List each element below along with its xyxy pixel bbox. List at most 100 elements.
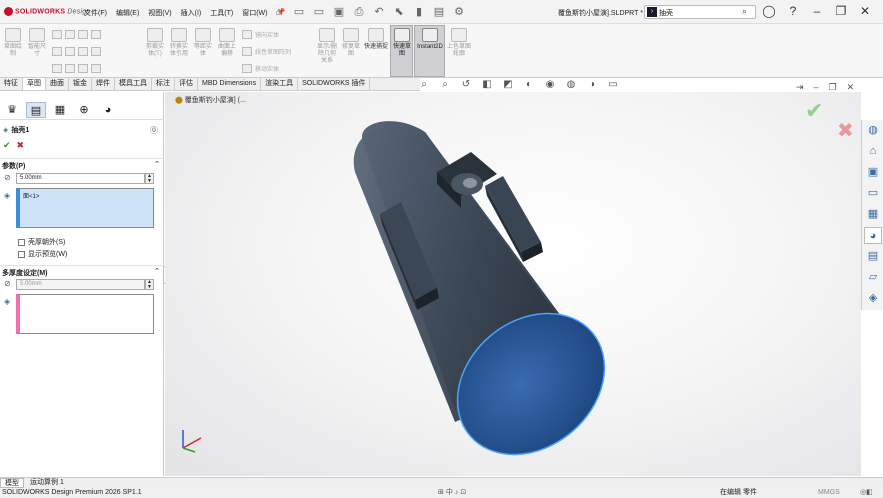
confirmation-corner-cancel-icon[interactable]: ✖ xyxy=(837,118,854,143)
menu-tools[interactable]: 工具(T) xyxy=(210,8,233,18)
solidworks-resources-icon[interactable]: ◍ xyxy=(864,122,882,139)
multi-thickness-group-header[interactable]: 多厚度设定(M) ⌃ xyxy=(0,265,164,277)
scene-icon[interactable]: ◑ xyxy=(584,79,600,90)
appearances-icon[interactable]: ◕ xyxy=(864,227,882,244)
user-icon[interactable]: ◯ xyxy=(762,4,776,18)
mirror-entities-button[interactable]: 镜向实体 xyxy=(242,30,279,39)
save-icon[interactable]: ▣ xyxy=(332,5,346,19)
feature-tree-breadcrumb[interactable]: ⬤ 覆鱼斯钓小屋演] (... xyxy=(175,95,246,105)
tab-render-tools[interactable]: 渲染工具 xyxy=(261,78,299,90)
view-orientation-icon[interactable]: ◩ xyxy=(500,79,516,90)
offset-on-surface-button[interactable]: 曲面上偏移 xyxy=(216,28,238,58)
shaded-sketch-contours-button[interactable]: 上色草图轮廓 xyxy=(447,28,471,58)
viewport-minimize-icon[interactable]: – xyxy=(814,82,819,93)
multi-thickness-spinner[interactable]: ▲ ▼ xyxy=(145,279,154,290)
appearance-icon[interactable]: ◍ xyxy=(563,79,579,90)
tab-sheet-metal[interactable]: 钣金 xyxy=(69,78,92,90)
face-item[interactable]: 面<1> xyxy=(20,189,153,202)
cancel-button[interactable]: ✖ xyxy=(17,140,25,151)
menu-file[interactable]: 文件(F) xyxy=(84,8,107,18)
menu-window[interactable]: 窗口(W) xyxy=(242,8,267,18)
menu-view[interactable]: 视图(V) xyxy=(148,8,171,18)
tab-mold-tools[interactable]: 模具工具 xyxy=(115,78,152,90)
shell-part-model[interactable] xyxy=(335,112,635,462)
display-style-icon[interactable]: ◐ xyxy=(521,79,537,90)
print-icon[interactable]: ⎙ xyxy=(352,5,366,19)
menu-edit[interactable]: 编辑(E) xyxy=(116,8,139,18)
tab-features[interactable]: 特征 xyxy=(0,78,23,90)
tab-markup[interactable]: 标注 xyxy=(152,78,175,90)
thickness-spinner[interactable]: ▲ ▼ xyxy=(145,173,154,184)
linear-pattern-button[interactable]: 线性草图阵列 xyxy=(242,47,291,56)
dimxpert-tab-icon[interactable]: ⊕ xyxy=(74,102,94,118)
file-explorer-icon[interactable]: ▭ xyxy=(864,185,882,202)
view-settings-icon[interactable]: ▭ xyxy=(605,79,621,90)
status-units[interactable]: MMGS xyxy=(818,488,840,498)
show-preview-checkbox[interactable]: 显示预览(W) xyxy=(18,249,67,259)
relations-button[interactable]: 显示/删除几何关系 xyxy=(316,28,338,65)
solidworks-forum-icon[interactable]: ◈ xyxy=(864,290,882,307)
rectangle-tool[interactable] xyxy=(52,47,101,56)
trim-entities-button[interactable]: 剪裁实体(T) xyxy=(144,28,166,58)
tab-weldments[interactable]: 焊件 xyxy=(92,78,115,90)
minimize-icon[interactable]: – xyxy=(810,4,824,18)
home-icon-2[interactable]: ⌂ xyxy=(864,143,882,160)
shell-outward-checkbox[interactable]: 壳厚朝外(S) xyxy=(18,237,65,247)
feature-manager-tab-icon[interactable]: ♛ xyxy=(2,102,22,118)
rebuild-icon[interactable]: ▮ xyxy=(412,5,426,19)
thickness-field[interactable]: 5.00mm xyxy=(16,173,145,184)
viewport-split-icon[interactable]: ⇥ xyxy=(796,82,804,93)
custom-properties-icon[interactable]: ▤ xyxy=(864,248,882,265)
search-icon[interactable]: ⌕ xyxy=(742,6,747,17)
confirmation-corner-ok-icon[interactable]: ✔ xyxy=(805,98,823,124)
line-tool[interactable] xyxy=(52,30,101,39)
multi-thickness-field[interactable]: 5.00mm xyxy=(16,279,145,290)
ok-button[interactable]: ✔ xyxy=(3,140,11,151)
sketch-button[interactable]: 草图绘制 xyxy=(2,28,24,58)
convert-entities-button[interactable]: 转换实体引用 xyxy=(168,28,190,58)
search-input[interactable]: 抽壳 xyxy=(659,8,673,18)
rapid-sketch-button[interactable]: 快速草图 xyxy=(391,28,413,58)
home-icon[interactable]: ⌂ xyxy=(272,5,286,19)
parameters-group-header[interactable]: 参数(P) ⌃ xyxy=(0,158,164,170)
restore-icon[interactable]: ❐ xyxy=(834,4,848,18)
multi-thickness-faces-list[interactable] xyxy=(16,294,154,334)
tab-mbd-dimensions[interactable]: MBD Dimensions xyxy=(198,78,262,90)
faces-to-remove-list[interactable]: 面<1> xyxy=(16,188,154,228)
status-icons[interactable]: ◎◧ xyxy=(860,488,873,498)
close-icon[interactable]: ✕ xyxy=(858,4,872,18)
zoom-to-fit-icon[interactable]: ⌕ xyxy=(416,79,432,90)
forum-icon[interactable]: ▱ xyxy=(864,269,882,286)
zoom-area-icon[interactable]: ⌕ xyxy=(437,79,453,90)
repair-sketch-button[interactable]: 修复草图 xyxy=(340,28,362,58)
tab-surfaces[interactable]: 曲面 xyxy=(46,78,69,90)
undo-icon[interactable]: ↶ xyxy=(372,5,386,19)
select-icon[interactable]: ⬉ xyxy=(392,5,406,19)
previous-view-icon[interactable]: ↺ xyxy=(458,79,474,90)
slot-tool[interactable] xyxy=(52,64,101,73)
quick-snaps-button[interactable]: 快速捕捉 xyxy=(364,28,388,51)
instant2d-button[interactable]: Instant2D xyxy=(415,28,445,51)
ime-toolbar-icons[interactable]: ⊞中♪⊡ xyxy=(438,488,468,498)
menu-insert[interactable]: 插入(I) xyxy=(181,8,202,18)
tab-evaluate[interactable]: 评估 xyxy=(175,78,198,90)
options-gear-icon[interactable]: ⚙ xyxy=(452,5,466,19)
hide-show-icon[interactable]: ◉ xyxy=(542,79,558,90)
file-properties-icon[interactable]: ▤ xyxy=(432,5,446,19)
graphics-area[interactable]: ⬤ 覆鱼斯钓小屋演] (... ⇥ – ❐ ✕ ✔ ✖ xyxy=(165,82,861,476)
configuration-manager-tab-icon[interactable]: ▦ xyxy=(50,102,70,118)
tab-sketch[interactable]: 草图 xyxy=(23,78,46,90)
tab-model[interactable]: 模型 xyxy=(0,478,24,488)
move-entities-button[interactable]: 移动实体 xyxy=(242,64,279,73)
help-icon[interactable]: ? xyxy=(786,4,800,18)
tab-solidworks-addins[interactable]: SOLIDWORKS 插件 xyxy=(298,78,371,90)
design-library-icon[interactable]: ▣ xyxy=(864,164,882,181)
search-box[interactable]: › 抽壳 ⌕ xyxy=(644,5,756,19)
viewport-restore-icon[interactable]: ❐ xyxy=(829,82,837,93)
new-icon[interactable]: ▭ xyxy=(292,5,306,19)
offset-entities-button[interactable]: 等距实体 xyxy=(192,28,214,58)
tab-motion-study[interactable]: 运动算例 1 xyxy=(26,478,68,488)
open-icon[interactable]: ▭ xyxy=(312,5,326,19)
smart-dimension-button[interactable]: 智能尺寸 xyxy=(26,28,48,58)
display-manager-tab-icon[interactable]: ◕ xyxy=(98,102,118,118)
